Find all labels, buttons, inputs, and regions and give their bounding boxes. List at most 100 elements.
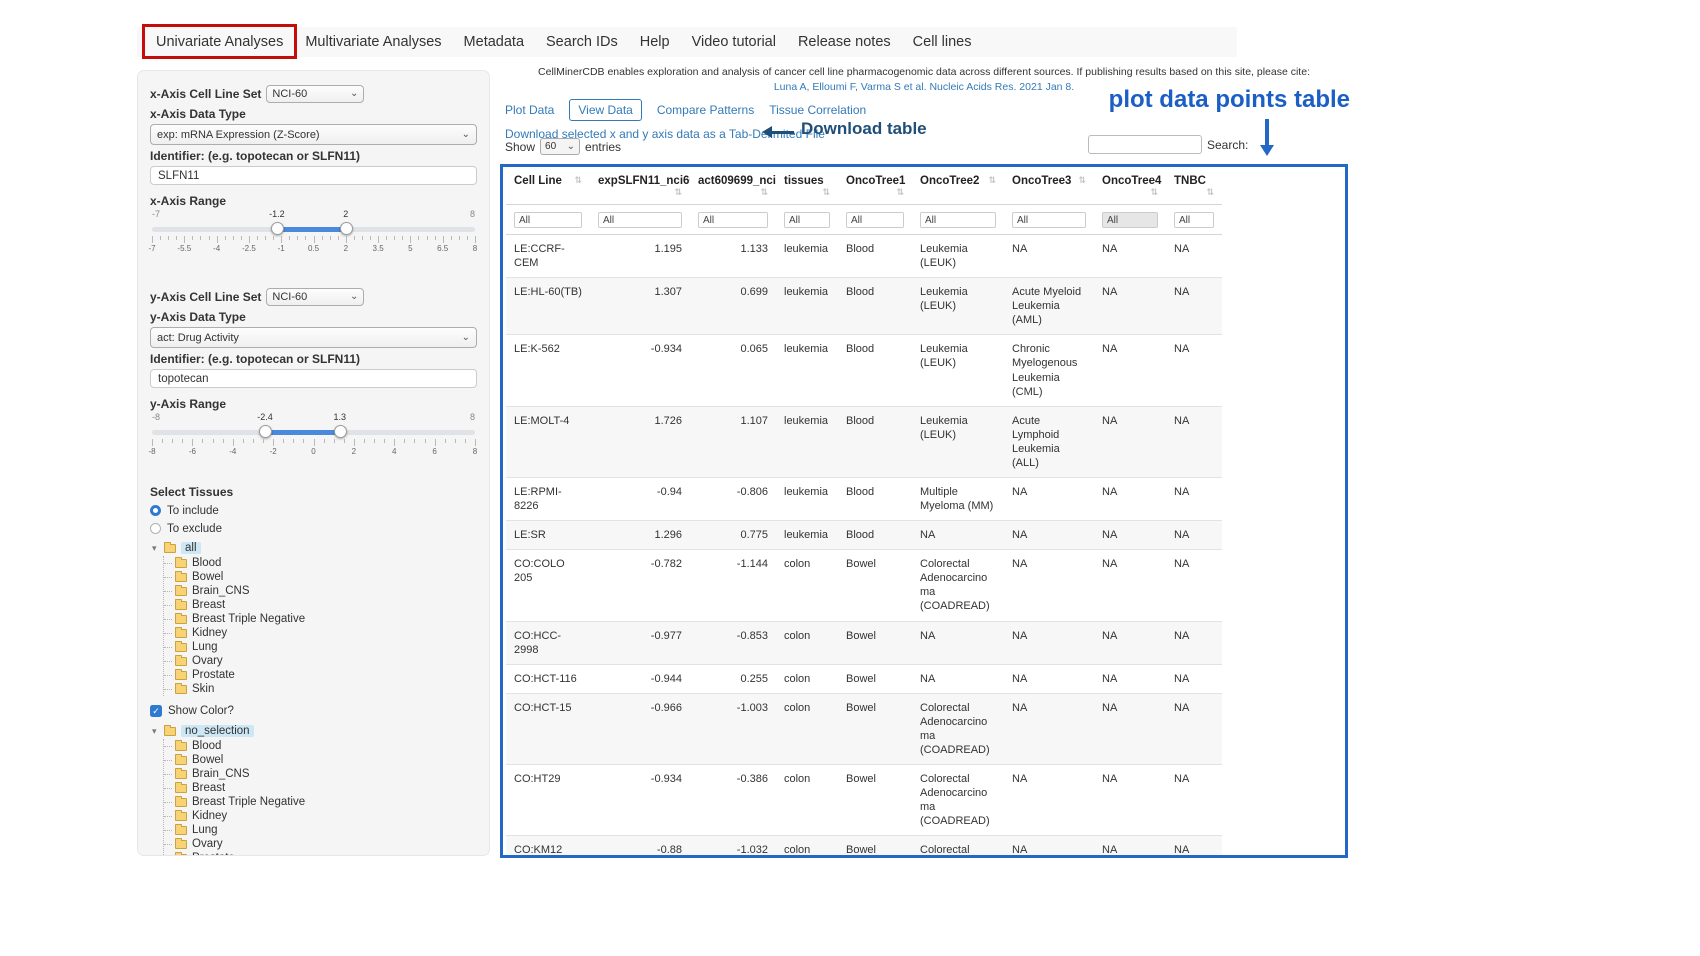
tick-label: 2 [344,244,348,253]
cell: colon [776,693,838,764]
tree-node-blood[interactable]: Blood [164,739,477,753]
sort-icon: ⇅ [1206,187,1214,198]
chevron-down-icon: ⌄ [350,89,358,99]
tree-node-brain-cns[interactable]: Brain_CNS [164,584,477,598]
tick-mark [384,439,385,443]
tab-compare-patterns[interactable]: Compare Patterns [657,103,754,117]
nav-item-release-notes[interactable]: Release notes [787,27,902,57]
column-header-tissues[interactable]: tissues⇅ [776,168,838,205]
column-filter-tnbc[interactable] [1174,212,1214,228]
tick-mark [425,439,426,443]
column-header-oncotree2[interactable]: OncoTree2⇅ [912,168,1004,205]
tick-label: -2.5 [242,244,256,253]
tree-node-all[interactable]: all [181,542,201,554]
column-filter-cell-line[interactable] [514,212,582,228]
tick-mark [394,236,395,240]
radio-to-include[interactable]: To include [150,502,477,519]
tree-node-breast[interactable]: Breast [164,781,477,795]
cell: NA [1094,836,1166,858]
cell: colon [776,550,838,621]
cell: leukemia [776,235,838,278]
tick-mark [344,439,345,443]
tick-label: 6.5 [437,244,448,253]
search-input[interactable] [1088,135,1202,154]
tick-label: -5.5 [177,244,191,253]
cell: 1.133 [690,235,776,278]
tree-node-prostate[interactable]: Prostate [164,668,477,682]
x-cell-line-set-row: x-Axis Cell Line Set NCI-60 ⌄ [150,84,477,104]
y-cell-line-set-select[interactable]: NCI-60 ⌄ [266,288,364,306]
tree-node-ovary[interactable]: Ovary [164,654,477,668]
tree-node-skin[interactable]: Skin [164,682,477,696]
tick-mark [386,236,387,240]
radio-to-exclude[interactable]: To exclude [150,520,477,537]
nav-item-metadata[interactable]: Metadata [453,27,535,57]
x-slider-handle-high[interactable] [340,222,353,235]
cell: -0.94 [590,478,690,521]
show-color-checkbox[interactable]: ✓ Show Color? [150,703,477,719]
tree-expand-icon[interactable]: ▾ [152,726,160,737]
tree-node-lung[interactable]: Lung [164,823,477,837]
tree-node-bowel[interactable]: Bowel [164,753,477,767]
x-identifier-input[interactable] [150,166,477,185]
tab-view-data[interactable]: View Data [569,99,641,121]
y-data-type-select[interactable]: act: Drug Activity ⌄ [150,327,477,348]
column-filter-oncotree2[interactable] [920,212,996,228]
x-slider-handle-low[interactable] [271,222,284,235]
nav-item-cell-lines[interactable]: Cell lines [902,27,983,57]
nav-item-video-tutorial[interactable]: Video tutorial [681,27,787,57]
y-identifier-input[interactable] [150,369,477,388]
y-slider-handle-high[interactable] [334,425,347,438]
column-filter-oncotree1[interactable] [846,212,904,228]
tree-node-prostate[interactable]: Prostate [164,851,477,856]
column-filter-tissues[interactable] [784,212,830,228]
tick-mark [374,439,375,443]
column-header-oncotree3[interactable]: OncoTree3⇅ [1004,168,1094,205]
column-header-expslfn11-nci60[interactable]: expSLFN11_nci60⇅ [590,168,690,205]
nav-item-multivariate-analyses[interactable]: Multivariate Analyses [294,27,452,57]
nav-item-help[interactable]: Help [629,27,681,57]
tick-label: -2 [270,447,277,456]
tree-node-label: Breast Triple Negative [192,613,305,625]
tree-node-blood[interactable]: Blood [164,556,477,570]
tree-node-breast-triple-negative[interactable]: Breast Triple Negative [164,612,477,626]
tree-node-breast[interactable]: Breast [164,598,477,612]
column-filter-act609699-nci60[interactable] [698,212,768,228]
x-data-type-select[interactable]: exp: mRNA Expression (Z-Score) ⌄ [150,124,477,145]
tick-mark [243,439,244,443]
column-header-act609699-nci60[interactable]: act609699_nci60⇅ [690,168,776,205]
tree-node-brain-cns[interactable]: Brain_CNS [164,767,477,781]
tree-node-breast-triple-negative[interactable]: Breast Triple Negative [164,795,477,809]
tick-mark [176,236,177,240]
column-filter-expslfn11-nci60[interactable] [598,212,682,228]
univariate-highlight-box [142,24,297,59]
column-filter-oncotree3[interactable] [1012,212,1086,228]
column-header-tnbc[interactable]: TNBC⇅ [1166,168,1222,205]
cell: NA [1166,664,1222,693]
tab-plot-data[interactable]: Plot Data [505,103,554,117]
tree-node-lung[interactable]: Lung [164,640,477,654]
x-range-slider[interactable]: -78-1.22-7-5.5-4-2.5-10.523.556.58 [152,209,475,256]
tab-tissue-correlation[interactable]: Tissue Correlation [769,103,866,117]
tree-node-kidney[interactable]: Kidney [164,626,477,640]
tree-node-no-selection[interactable]: no_selection [181,725,254,737]
nav-item-search-ids[interactable]: Search IDs [535,27,629,57]
column-header-oncotree1[interactable]: OncoTree1⇅ [838,168,912,205]
y-range-max-label: 8 [470,412,475,422]
tree-node-bowel[interactable]: Bowel [164,570,477,584]
tick-mark [213,439,214,443]
y-slider-handle-low[interactable] [259,425,272,438]
entries-select[interactable]: 60 ⌄ [540,138,580,155]
x-range-label: x-Axis Range [150,194,477,208]
y-range-slider[interactable]: -88-2.41.3-8-6-4-202468 [152,412,475,459]
tree-node-ovary[interactable]: Ovary [164,837,477,851]
nav-item-univariate-analyses[interactable]: Univariate Analyses [145,27,294,57]
tree-node-kidney[interactable]: Kidney [164,809,477,823]
folder-icon [175,812,187,821]
column-header-oncotree4[interactable]: OncoTree4⇅ [1094,168,1166,205]
cell: colon [776,621,838,664]
column-filter-oncotree4[interactable] [1102,212,1158,228]
column-header-cell-line[interactable]: Cell Line⇅ [506,168,590,205]
x-cell-line-set-select[interactable]: NCI-60 ⌄ [266,85,364,103]
tree-expand-icon[interactable]: ▾ [152,543,160,554]
